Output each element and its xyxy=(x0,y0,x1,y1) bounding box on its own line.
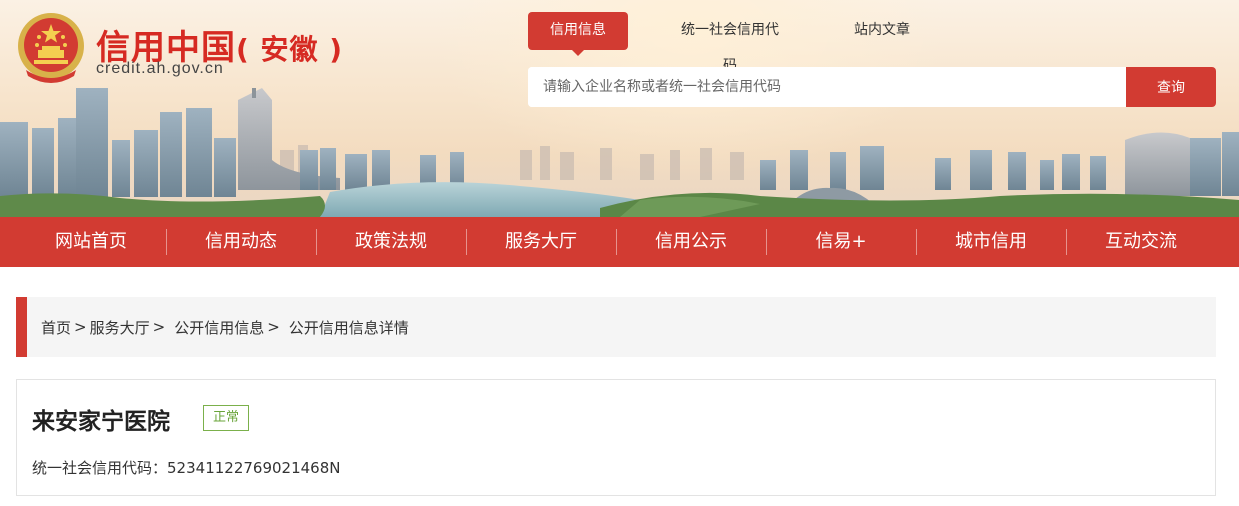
entity-name: 来安家宁医院 xyxy=(32,409,170,435)
nav-item-home[interactable]: 网站首页 xyxy=(16,217,166,267)
site-domain: credit.ah.gov.cn xyxy=(96,60,224,77)
breadcrumb: 首页 > 服务大厅 > 公开信用信息 > 公开信用信息详情 xyxy=(16,297,1216,357)
breadcrumb-service-hall[interactable]: 服务大厅 xyxy=(90,317,150,338)
breadcrumb-public-credit-info[interactable]: 公开信用信息 xyxy=(174,317,264,338)
tab-site-articles[interactable]: 站内文章 xyxy=(832,12,932,50)
breadcrumb-separator: > xyxy=(74,318,87,336)
breadcrumb-current: 公开信用信息详情 xyxy=(288,318,409,337)
entity-card: 来安家宁医院 正常 统一社会信用代码：52341122769021468N xyxy=(16,379,1216,496)
site-region: ( 安徽 ) xyxy=(236,33,344,66)
nav-item-credit-news[interactable]: 信用动态 xyxy=(166,217,316,267)
tab-credit-code[interactable]: 统一社会信用代码 xyxy=(680,12,780,74)
nav-item-credit-publicity[interactable]: 信用公示 xyxy=(616,217,766,267)
search-input[interactable] xyxy=(528,67,1126,107)
credit-code-value: 52341122769021468N xyxy=(167,459,341,477)
header-banner: 信用中国( 安徽 ) credit.ah.gov.cn 信用信息 统一社会信用代… xyxy=(0,0,1239,217)
breadcrumb-separator: > xyxy=(152,318,166,336)
breadcrumb-separator: > xyxy=(267,318,280,336)
national-emblem-icon xyxy=(18,13,84,83)
nav-item-city-credit[interactable]: 城市信用 xyxy=(916,217,1066,267)
main-nav: 网站首页 信用动态 政策法规 服务大厅 信用公示 信易+ 城市信用 互动交流 xyxy=(0,217,1239,267)
status-badge: 正常 xyxy=(203,405,250,431)
credit-code-label: 统一社会信用代码： xyxy=(32,459,168,477)
search-box: 查询 xyxy=(528,67,1216,107)
breadcrumb-home[interactable]: 首页 xyxy=(41,317,71,338)
search-tabs: 信用信息 统一社会信用代码 站内文章 xyxy=(528,12,984,74)
nav-item-interaction[interactable]: 互动交流 xyxy=(1066,217,1216,267)
credit-code: 统一社会信用代码：52341122769021468N xyxy=(32,457,340,478)
nav-item-policies[interactable]: 政策法规 xyxy=(316,217,466,267)
search-button[interactable]: 查询 xyxy=(1126,67,1216,107)
nav-item-xinyi-plus[interactable]: 信易+ xyxy=(766,217,916,267)
tab-credit-info[interactable]: 信用信息 xyxy=(528,12,628,56)
nav-item-service-hall[interactable]: 服务大厅 xyxy=(466,217,616,267)
